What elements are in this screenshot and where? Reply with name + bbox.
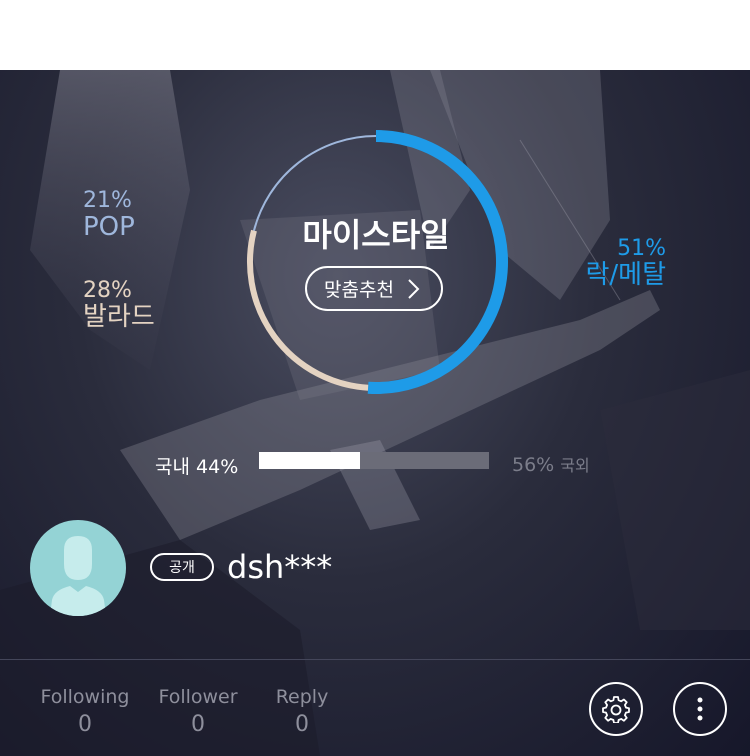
my-style-title: 마이스타일 [302,216,450,254]
stat-reply-value: 0 [295,712,309,737]
stat-follower-label: Follower [158,686,238,708]
recommend-button-label: 맞춤추천 [324,279,394,301]
genre-pop-percent: 21% [83,188,132,213]
genre-ballad-percent: 28% [83,278,132,303]
stat-following-value: 0 [78,712,92,737]
stat-reply-label: Reply [275,686,329,708]
stat-reply[interactable]: Reply 0 [247,686,357,737]
genre-pop: 21% POP [83,188,135,242]
domestic-percent: 44% [196,456,239,478]
chevron-right-icon [408,278,420,299]
genre-rock-percent: 51% [617,236,666,261]
username: dsh*** [227,548,333,586]
domestic-bar-fill [259,452,361,469]
stat-follower[interactable]: Follower 0 [143,686,253,737]
more-vertical-icon [697,697,703,721]
avatar[interactable] [30,520,126,616]
foreign-label-text: 국외 [560,456,590,475]
person-icon [50,536,106,616]
more-button[interactable] [673,682,727,736]
genre-rock-name: 락/메탈 [585,260,666,290]
genre-pop-name: POP [83,212,135,242]
donut-segment-rock [367,130,508,394]
stat-follower-value: 0 [191,712,205,737]
top-bar [0,0,750,70]
genre-ballad: 28% 발라드 [83,278,155,332]
domestic-label: 국내 44% [155,452,238,479]
gear-icon [602,696,630,723]
foreign-percent: 56% [512,454,555,476]
genre-ballad-name: 발라드 [83,302,155,332]
recommend-button[interactable]: 맞춤추천 [305,266,443,311]
domestic-label-text: 국내 [155,456,190,478]
genre-donut-chart [247,130,508,394]
genre-rock-metal: 51% 락/메탈 [585,236,666,290]
domestic-foreign-bar [259,452,489,469]
stat-following-label: Following [40,686,130,708]
my-style-header: 21% POP 28% 발라드 51% 락/메탈 마이스타일 맞춤추천 국내 4… [0,70,750,756]
divider [0,659,750,660]
visibility-badge: 공개 [150,553,214,581]
stat-following[interactable]: Following 0 [30,686,140,737]
foreign-label: 56% 국외 [512,452,590,476]
settings-button[interactable] [589,682,643,736]
